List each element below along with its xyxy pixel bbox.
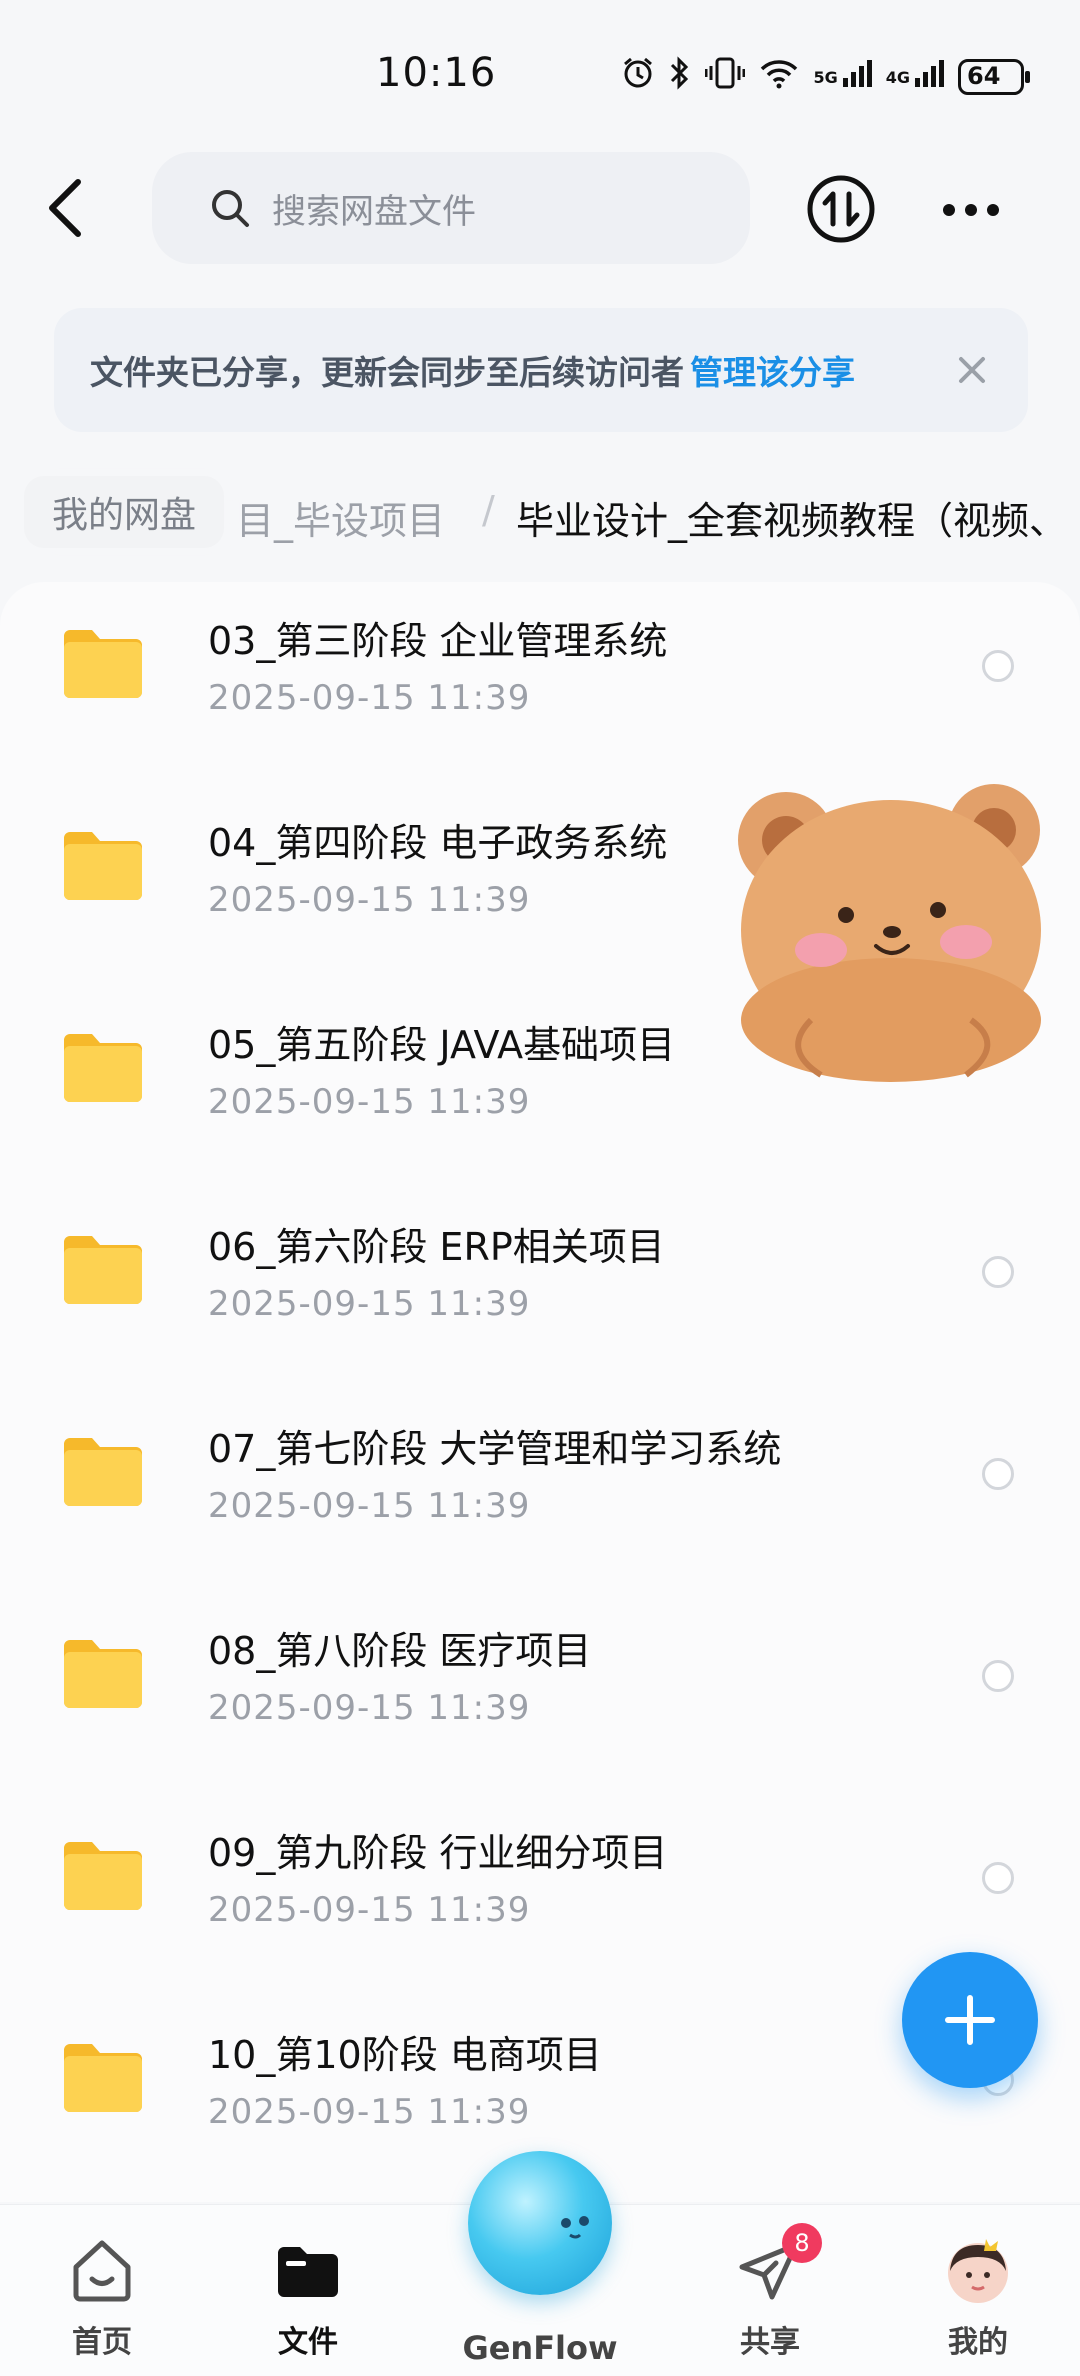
folder-icon (64, 832, 142, 900)
folder-icon (64, 630, 142, 698)
genflow-face-icon (561, 2216, 589, 2239)
file-name: 07_第七阶段 大学管理和学习系统 (208, 1427, 782, 1471)
home-icon (73, 2240, 131, 2302)
folder-icon (64, 1842, 142, 1910)
vibrate-icon (704, 56, 746, 98)
file-name: 08_第八阶段 医疗项目 (208, 1629, 592, 1673)
file-name: 10_第10阶段 电商项目 (208, 2033, 602, 2077)
folder-icon (64, 2044, 142, 2112)
file-name: 05_第五阶段 JAVA基础项目 (208, 1023, 676, 1067)
chevron-left-icon (49, 179, 81, 237)
file-date: 2025-09-15 11:39 (208, 1890, 531, 1930)
breadcrumb-current: 毕业设计_全套视频教程（视频、 (516, 499, 1068, 543)
file-name: 09_第九阶段 行业细分项目 (208, 1831, 668, 1875)
list-item[interactable]: 06_第六阶段 ERP相关项目 2025-09-15 11:39 (0, 1194, 1080, 1394)
alarm-icon (621, 56, 655, 98)
select-radio[interactable] (982, 650, 1014, 682)
file-name: 03_第三阶段 企业管理系统 (208, 619, 668, 663)
nav-mine-label: 我的 (948, 2325, 1008, 2360)
status-time: 10:16 (376, 50, 497, 96)
bluetooth-icon (669, 56, 691, 98)
search-input[interactable]: 搜索网盘文件 (152, 152, 750, 264)
breadcrumb: 我的网盘 目_毕设项目 / 毕业设计_全套视频教程（视频、 (0, 466, 1080, 558)
more-dots-icon (943, 204, 999, 216)
select-radio[interactable] (982, 1660, 1014, 1692)
close-icon[interactable] (952, 350, 992, 390)
nav-mine[interactable]: 我的 (898, 2235, 1058, 2365)
share-notification-badge: 8 (782, 2223, 822, 2263)
bear-sticker-icon (738, 784, 1041, 1082)
nav-files[interactable]: 文件 (228, 2235, 388, 2365)
add-button[interactable] (902, 1952, 1038, 2088)
more-options-button[interactable] (936, 180, 1006, 240)
status-icons: 5G 4G 64 (621, 56, 1030, 98)
signal-4g-icon (914, 58, 944, 96)
nav-home[interactable]: 首页 (22, 2235, 182, 2365)
avatar (948, 2239, 1008, 2303)
search-icon (212, 190, 249, 227)
signal-5g-label: 5G (813, 67, 838, 87)
nav-genflow-label[interactable]: GenFlow (440, 2329, 640, 2367)
file-name: 04_第四阶段 电子政务系统 (208, 821, 668, 865)
file-date: 2025-09-15 11:39 (208, 678, 531, 718)
folder-icon (64, 1640, 142, 1708)
select-radio[interactable] (982, 1862, 1014, 1894)
file-date: 2025-09-15 11:39 (208, 880, 531, 920)
share-notice-text: 文件夹已分享，更新会同步至后续访问者 (90, 353, 684, 392)
nav-files-label: 文件 (278, 2325, 338, 2360)
wifi-icon (759, 56, 799, 98)
list-item[interactable]: 08_第八阶段 医疗项目 2025-09-15 11:39 (0, 1598, 1080, 1798)
status-bar: 10:16 5G 4G 64 (0, 0, 1080, 150)
nav-share-label: 共享 (740, 2325, 800, 2360)
transfer-icon (807, 175, 875, 243)
breadcrumb-separator: / (482, 488, 495, 532)
plus-icon (945, 1995, 995, 2045)
folder-icon (64, 1438, 142, 1506)
folder-icon (64, 1236, 142, 1304)
nav-share[interactable]: 8 共享 (690, 2223, 850, 2365)
file-date: 2025-09-15 11:39 (208, 2092, 531, 2132)
select-radio[interactable] (982, 1256, 1014, 1288)
bottom-nav: 首页 文件 GenFlow 8 共享 我的 (0, 2151, 1080, 2376)
signal-4g-label: 4G (885, 67, 910, 87)
file-name: 06_第六阶段 ERP相关项目 (208, 1225, 665, 1269)
manage-share-link[interactable]: 管理该分享 (690, 346, 855, 394)
signal-5g-icon (842, 58, 872, 96)
breadcrumb-root[interactable]: 我的网盘 (24, 476, 225, 548)
transfer-list-button[interactable] (806, 174, 876, 244)
file-date: 2025-09-15 11:39 (208, 1284, 531, 1324)
folder-icon (64, 1034, 142, 1102)
select-radio[interactable] (982, 1458, 1014, 1490)
list-item[interactable]: 07_第七阶段 大学管理和学习系统 2025-09-15 11:39 (0, 1396, 1080, 1596)
share-notice-banner: 文件夹已分享，更新会同步至后续访问者 管理该分享 (54, 308, 1028, 432)
breadcrumb-parent[interactable]: 目_毕设项目 (236, 490, 445, 545)
nav-home-label: 首页 (72, 2325, 132, 2360)
genflow-button[interactable] (468, 2151, 612, 2295)
list-item[interactable]: 09_第九阶段 行业细分项目 2025-09-15 11:39 (0, 1800, 1080, 2000)
file-date: 2025-09-15 11:39 (208, 1486, 531, 1526)
list-item[interactable]: 03_第三阶段 企业管理系统 2025-09-15 11:39 (0, 588, 1080, 788)
battery-indicator: 64 (958, 59, 1030, 95)
back-button[interactable] (38, 168, 98, 248)
file-date: 2025-09-15 11:39 (208, 1688, 531, 1728)
file-date: 2025-09-15 11:39 (208, 1082, 531, 1122)
search-placeholder: 搜索网盘文件 (272, 191, 476, 232)
folder-icon (278, 2247, 338, 2297)
